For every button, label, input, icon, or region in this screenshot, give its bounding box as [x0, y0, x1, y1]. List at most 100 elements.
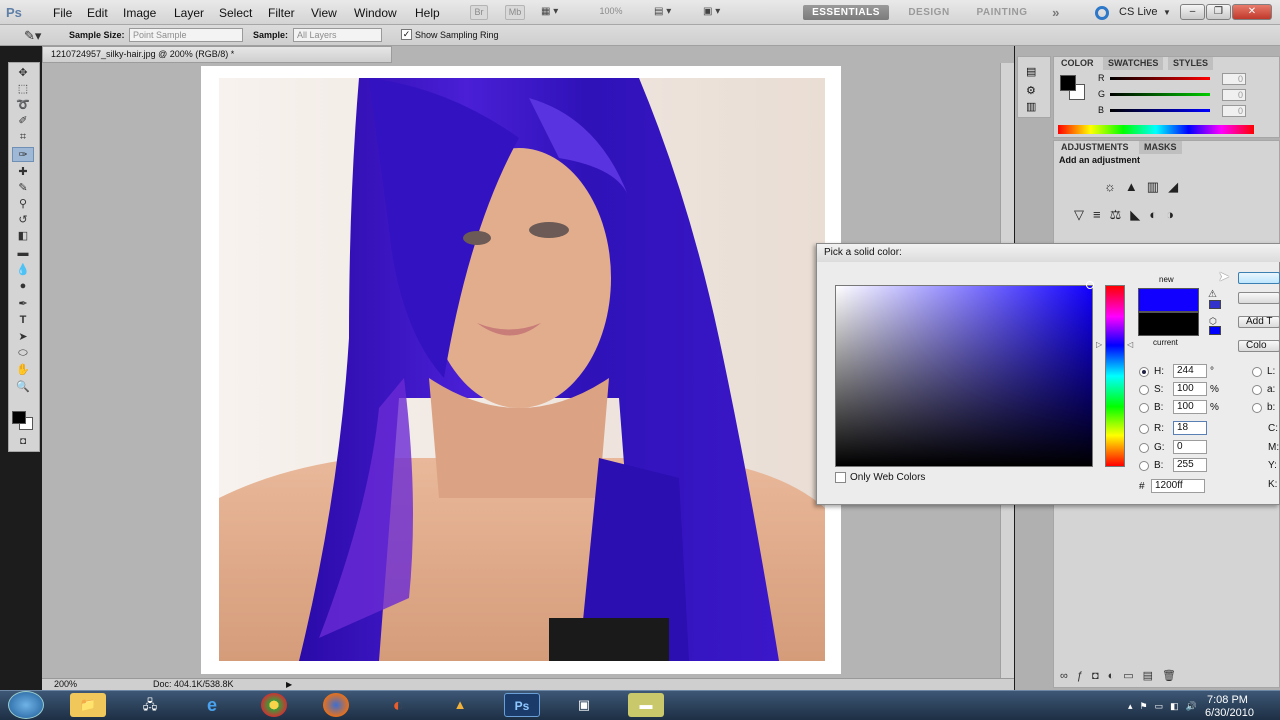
blur-tool-icon[interactable]: 💧 — [12, 263, 34, 278]
g-input[interactable]: 0 — [1173, 440, 1207, 454]
hue-slider-left-handle[interactable]: ▷ — [1096, 340, 1102, 349]
menu-file[interactable]: File — [53, 6, 72, 20]
healing-brush-tool-icon[interactable]: ✚ — [12, 165, 34, 180]
network-taskbar-icon[interactable]: 🖧 — [132, 693, 168, 717]
workspace-essentials[interactable]: ESSENTIALS — [803, 5, 889, 20]
b-input[interactable]: 100 — [1173, 400, 1207, 414]
color-libraries-button[interactable]: Colo — [1238, 340, 1280, 352]
app-taskbar-icon[interactable]: ◐ — [380, 693, 416, 717]
dodge-tool-icon[interactable]: ● — [12, 279, 34, 294]
red-value[interactable]: 0 — [1222, 73, 1246, 85]
current-color-swatch[interactable] — [1138, 312, 1199, 336]
blue-slider[interactable] — [1110, 109, 1210, 112]
chrome-taskbar-icon[interactable] — [261, 693, 287, 717]
gamut-swatch[interactable] — [1209, 300, 1221, 309]
hand-tool-icon[interactable]: ✋ — [12, 363, 34, 378]
red-slider[interactable] — [1110, 77, 1210, 80]
photoshop-taskbar-icon[interactable]: Ps — [504, 693, 540, 717]
internet-explorer-taskbar-icon[interactable]: e — [194, 693, 230, 717]
zoom-readout[interactable]: 200% — [54, 679, 77, 690]
app2-taskbar-icon[interactable]: ▲ — [442, 693, 478, 717]
mini-bridge-button[interactable]: Mb — [505, 5, 525, 20]
color-spectrum-bar[interactable] — [1058, 125, 1254, 134]
add-to-swatches-button[interactable]: Add T — [1238, 316, 1280, 328]
menu-view[interactable]: View — [311, 6, 337, 20]
menu-filter[interactable]: Filter — [268, 6, 295, 20]
b-radio[interactable] — [1139, 403, 1149, 413]
zoom-tool-icon[interactable]: 🔍 — [12, 380, 34, 395]
adjustment-icons-row-1[interactable]: ☼▲▥◢ — [1104, 179, 1187, 195]
gradient-tool-icon[interactable]: ▬ — [12, 246, 34, 261]
green-slider[interactable] — [1110, 93, 1210, 96]
move-tool-icon[interactable]: ✥ — [12, 66, 34, 81]
crop-tool-icon[interactable]: ⌗ — [12, 130, 34, 145]
actions-panel-icon[interactable]: ⚙ — [1026, 84, 1036, 97]
history-brush-tool-icon[interactable]: ↺ — [12, 213, 34, 228]
menu-layer[interactable]: Layer — [174, 6, 204, 20]
pen-tool-icon[interactable]: ✒ — [12, 297, 34, 312]
s-radio[interactable] — [1139, 385, 1149, 395]
status-menu-arrow-icon[interactable]: ▶ — [286, 679, 292, 690]
brush-tool-icon[interactable]: ✎ — [12, 181, 34, 196]
hue-slider-right-handle[interactable]: ◁ — [1127, 340, 1133, 349]
arrange-documents-icon[interactable]: ▤ ▾ — [654, 6, 684, 19]
menu-window[interactable]: Window — [354, 6, 397, 20]
firefox-taskbar-icon[interactable] — [323, 693, 349, 717]
workspace-painting[interactable]: PAINTING — [966, 5, 1038, 20]
tab-swatches[interactable]: SWATCHES — [1103, 57, 1164, 70]
adjustment-icons-row-2[interactable]: ▽≡⚖◣◐◑ — [1074, 207, 1183, 223]
path-selection-tool-icon[interactable]: ➤ — [12, 330, 34, 345]
web-safe-swatch[interactable] — [1209, 326, 1221, 335]
tab-color[interactable]: COLOR — [1056, 57, 1099, 70]
quick-selection-tool-icon[interactable]: ✐ — [12, 114, 34, 129]
eyedropper-tool-icon[interactable]: ✑ — [12, 147, 34, 162]
eraser-tool-icon[interactable]: ◧ — [12, 229, 34, 244]
green-value[interactable]: 0 — [1222, 89, 1246, 101]
marquee-tool-icon[interactable]: ⬚ — [12, 82, 34, 97]
sample-size-select[interactable]: Point Sample — [129, 28, 243, 42]
tab-adjustments[interactable]: ADJUSTMENTS — [1056, 141, 1134, 154]
app3-taskbar-icon[interactable]: ▣ — [566, 693, 602, 717]
tray-icons[interactable]: ▴⚑▭◧🔊 — [1128, 701, 1204, 712]
clock-time[interactable]: 7:08 PM — [1207, 694, 1248, 706]
color-field[interactable] — [835, 285, 1093, 467]
document-tab[interactable]: 1210724957_silky-hair.jpg @ 200% (RGB/8)… — [42, 46, 392, 63]
blue-value[interactable]: 0 — [1222, 105, 1246, 117]
clone-stamp-tool-icon[interactable]: ⚲ — [12, 197, 34, 212]
screen-mode-icon[interactable]: ▣ ▾ — [703, 6, 735, 19]
g-radio[interactable] — [1139, 443, 1149, 453]
h-radio[interactable] — [1139, 367, 1149, 377]
sampling-ring-checkbox[interactable]: ✓ — [401, 29, 412, 40]
s-input[interactable]: 100 — [1173, 382, 1207, 396]
clock-date[interactable]: 6/30/2010 — [1205, 707, 1254, 719]
r-radio[interactable] — [1139, 424, 1149, 434]
quick-mask-icon[interactable]: ◘ — [12, 434, 34, 449]
panel-footer-icons[interactable]: ∞ƒ◘◐▭▤🗑 — [1060, 669, 1185, 682]
r-input[interactable]: 18 — [1173, 421, 1207, 435]
more-workspaces-icon[interactable]: » — [1045, 5, 1067, 20]
a-radio[interactable] — [1252, 385, 1262, 395]
ok-button[interactable] — [1238, 272, 1280, 284]
lab-b-radio[interactable] — [1252, 403, 1262, 413]
app4-taskbar-icon[interactable]: ▬ — [628, 693, 664, 717]
sample-layers-select[interactable]: All Layers — [293, 28, 382, 42]
restore-button[interactable]: ❐ — [1206, 4, 1231, 20]
history-panel-icon[interactable]: ▤ — [1026, 65, 1036, 78]
menu-select[interactable]: Select — [219, 6, 252, 20]
hue-slider[interactable] — [1105, 285, 1125, 467]
cs-live-chevron-icon[interactable]: ▼ — [1163, 8, 1171, 17]
zoom-level-dropdown[interactable]: 100% — [590, 5, 632, 20]
out-of-gamut-warning-icon[interactable]: ⚠ — [1208, 289, 1217, 300]
blue-radio[interactable] — [1139, 461, 1149, 471]
foreground-color-swatch-top[interactable] — [12, 411, 26, 424]
close-button[interactable]: ✕ — [1232, 4, 1272, 20]
start-button[interactable] — [8, 691, 44, 719]
hex-input[interactable]: 1200ff — [1151, 479, 1205, 493]
h-input[interactable]: 244 — [1173, 364, 1207, 378]
panel-foreground-swatch-front[interactable] — [1060, 75, 1076, 91]
minimize-button[interactable]: – — [1180, 4, 1205, 20]
info-panel-icon[interactable]: ▥ — [1026, 100, 1036, 113]
menu-image[interactable]: Image — [123, 6, 156, 20]
only-web-colors-checkbox[interactable] — [835, 472, 846, 483]
cs-live-button[interactable]: CS Live — [1119, 6, 1158, 18]
